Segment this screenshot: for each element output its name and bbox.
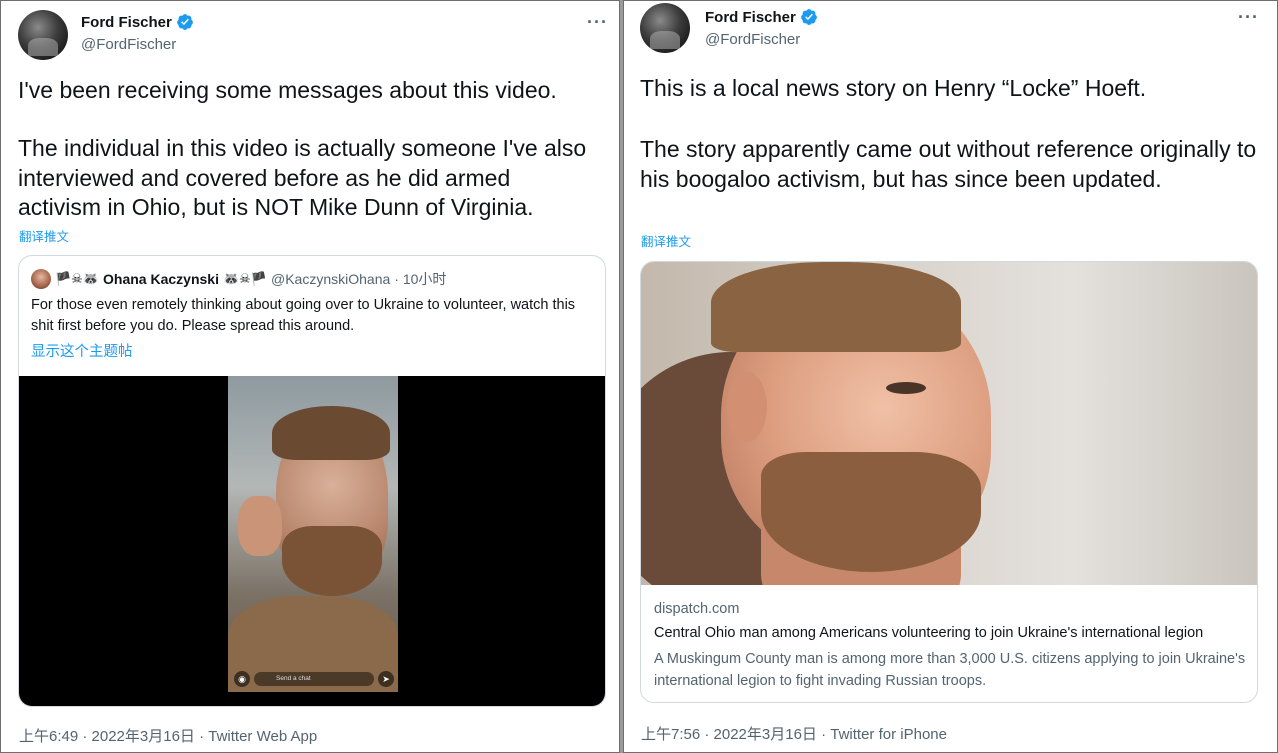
verified-badge-icon: [176, 14, 193, 30]
quoted-tweet-time[interactable]: · 10小时: [394, 269, 446, 289]
author-name-row: Ford Fischer: [705, 8, 818, 26]
tweet-text-line1: This is a local news story on Henry “Loc…: [640, 75, 1147, 101]
author-avatar[interactable]: [18, 10, 68, 60]
author-name-row: Ford Fischer: [81, 13, 194, 31]
link-preview-image: [641, 262, 1257, 585]
quoted-author-name[interactable]: Ohana Kaczynski: [103, 271, 219, 287]
tweet-text-line1: I've been receiving some messages about …: [18, 77, 557, 103]
tweet-timestamp-footer[interactable]: 上午6:49 · 2022年3月16日 · Twitter Web App: [19, 725, 317, 746]
link-preview-card[interactable]: dispatch.com Central Ohio man among Amer…: [640, 261, 1258, 703]
quoted-name-suffix-emoji: 🦝☠🏴: [222, 271, 267, 286]
translate-tweet-link[interactable]: 翻译推文: [19, 226, 69, 245]
quoted-video-player[interactable]: ◉ Send a chat ➤: [19, 376, 605, 706]
link-description: A Muskingum County man is among more tha…: [654, 651, 1246, 689]
translate-tweet-link[interactable]: 翻译推文: [641, 231, 691, 250]
video-person-fist: [238, 496, 282, 556]
show-thread-link[interactable]: 显示这个主题帖: [31, 340, 133, 361]
quoted-author-avatar[interactable]: [31, 269, 51, 289]
quoted-tweet-text: For those even remotely thinking about g…: [31, 297, 576, 334]
tweet-text-paragraph2: The story apparently came out without re…: [640, 136, 1263, 192]
video-chat-bar: ◉ Send a chat ➤: [234, 670, 394, 688]
author-name[interactable]: Ford Fischer: [81, 14, 172, 31]
link-domain: dispatch.com: [654, 601, 740, 617]
video-person-hair: [272, 406, 390, 460]
tweet-timestamp-footer[interactable]: 上午7:56 · 2022年3月16日 · Twitter for iPhone: [641, 723, 947, 744]
verified-badge-icon: [800, 9, 817, 25]
photo-eye: [886, 382, 926, 394]
camera-icon: ◉: [234, 671, 250, 687]
video-chat-placeholder: Send a chat: [254, 672, 374, 686]
author-avatar[interactable]: [640, 3, 690, 53]
quoted-tweet-header: 🏴☠🦝 Ohana Kaczynski 🦝☠🏴 @KaczynskiOhana …: [31, 269, 446, 289]
photo-beard: [761, 452, 981, 572]
quoted-tweet-card[interactable]: 🏴☠🦝 Ohana Kaczynski 🦝☠🏴 @KaczynskiOhana …: [18, 255, 606, 707]
tweet-left: Ford Fischer @FordFischer ··· I've been …: [0, 0, 620, 753]
photo-ear: [727, 372, 767, 442]
author-handle[interactable]: @FordFischer: [81, 36, 176, 53]
quoted-author-handle[interactable]: @KaczynskiOhana: [271, 271, 390, 287]
more-options-icon[interactable]: ···: [587, 13, 608, 31]
tweet-text-paragraph2: The individual in this video is actually…: [18, 135, 593, 220]
video-frame: ◉ Send a chat ➤: [228, 376, 398, 692]
author-handle[interactable]: @FordFischer: [705, 31, 800, 48]
send-icon: ➤: [378, 671, 394, 687]
more-options-icon[interactable]: ···: [1238, 8, 1259, 26]
quoted-name-prefix-emoji: 🏴☠🦝: [55, 271, 100, 286]
video-person-beard: [282, 526, 382, 596]
photo-hair: [711, 262, 961, 352]
author-name[interactable]: Ford Fischer: [705, 9, 796, 26]
link-title: Central Ohio man among Americans volunte…: [654, 625, 1204, 641]
tweet-right: Ford Fischer @FordFischer ··· This is a …: [623, 0, 1278, 753]
